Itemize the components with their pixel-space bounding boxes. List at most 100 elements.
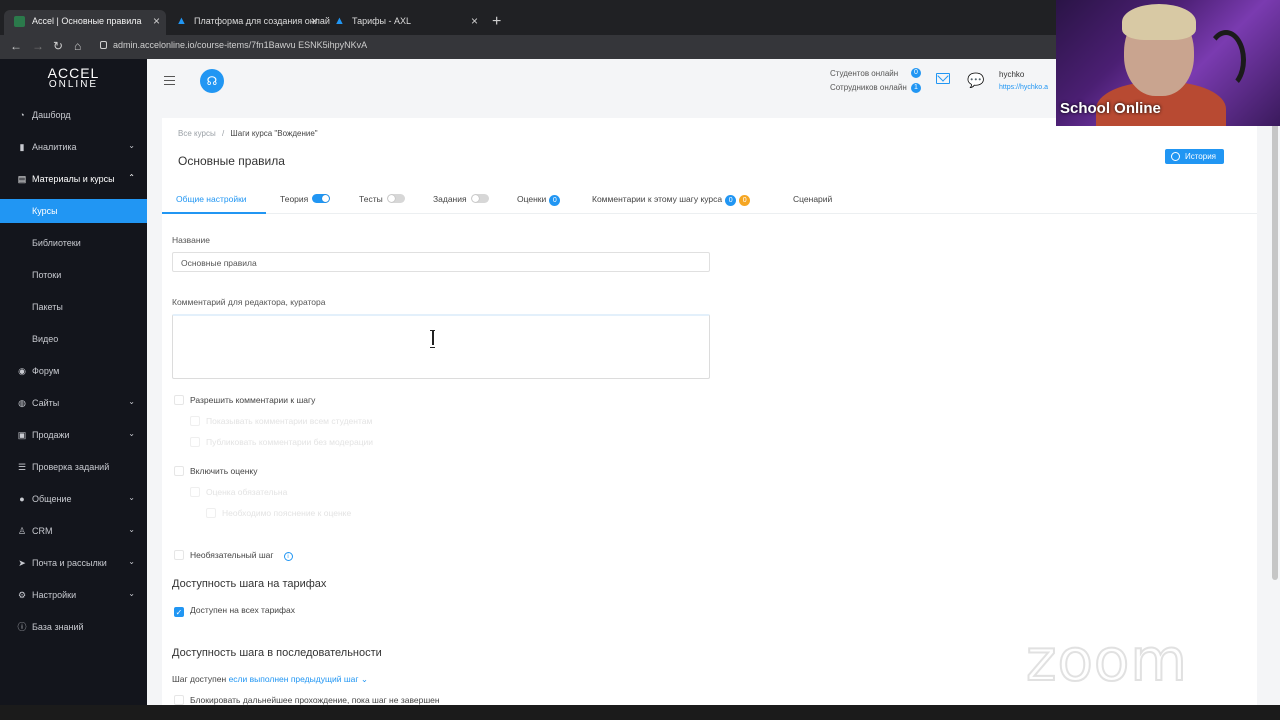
- allow-comments-checkbox[interactable]: [174, 395, 184, 405]
- history-button[interactable]: История: [1164, 149, 1224, 164]
- sidebar-item-label: Дашборд: [32, 110, 71, 120]
- close-tab-icon[interactable]: ×: [153, 14, 160, 28]
- sidebar-item-materials[interactable]: ▤ Материалы и курсы ⌃: [0, 167, 147, 191]
- tests-toggle[interactable]: [386, 194, 405, 203]
- tab-theory[interactable]: Теория: [280, 194, 331, 204]
- webcam-overlay: School Online: [1056, 0, 1280, 126]
- step-condition-dropdown[interactable]: если выполнен предыдущий шаг: [229, 674, 359, 684]
- new-tab-button[interactable]: +: [492, 13, 501, 31]
- breadcrumb-current[interactable]: Шаги курса "Вождение": [230, 129, 317, 138]
- grade-required-checkbox-row: Оценка обязательна: [190, 487, 287, 497]
- forward-arrow-icon[interactable]: →: [32, 39, 44, 53]
- optional-step-checkbox-row[interactable]: Необязательный шаг i: [174, 550, 293, 561]
- close-tab-icon[interactable]: ×: [311, 14, 318, 28]
- url-field[interactable]: admin.accelonline.io/course-items/7fn1Ba…: [100, 40, 367, 50]
- history-button-label: История: [1184, 152, 1216, 161]
- tab-tests-label: Тесты: [359, 194, 383, 204]
- sidebar-item-mail[interactable]: ➤ Почта и рассылки ⌄: [0, 551, 147, 575]
- tab-tasks[interactable]: Задания: [433, 194, 489, 204]
- headset-icon: [1206, 30, 1246, 90]
- all-tariffs-checkbox-row[interactable]: ✓ Доступен на всех тарифах: [174, 605, 295, 617]
- tab-grades[interactable]: Оценки 0: [517, 194, 561, 206]
- name-input[interactable]: Основные правила: [172, 252, 710, 272]
- sidebar-item-settings[interactable]: ⚙ Настройки ⌄: [0, 583, 147, 607]
- tab-tests[interactable]: Тесты: [359, 194, 405, 204]
- browser-tab-active[interactable]: Accel | Основные правила ×: [4, 10, 166, 35]
- hamburger-menu-icon[interactable]: [164, 76, 175, 85]
- block-progress-checkbox[interactable]: [174, 695, 184, 705]
- step-availability-row: Шаг доступен если выполнен предыдущий ша…: [172, 674, 368, 685]
- accel-logo[interactable]: ACCEL ONLINE: [0, 66, 147, 91]
- sidebar-item-label: Видео: [32, 334, 59, 344]
- sidebar-item-crm[interactable]: ♙ CRM ⌄: [0, 519, 147, 543]
- reload-icon[interactable]: ↻: [53, 39, 63, 53]
- tab-grades-label: Оценки: [517, 194, 547, 204]
- sidebar-item-analytics[interactable]: ▮ Аналитика ⌄: [0, 135, 147, 159]
- sidebar-item-sites[interactable]: ◍ Сайты ⌄: [0, 391, 147, 415]
- sidebar-item-task-review[interactable]: ☰ Проверка заданий: [0, 455, 147, 479]
- step-available-prefix: Шаг доступен: [172, 674, 227, 684]
- enable-grading-checkbox-row[interactable]: Включить оценку: [174, 466, 257, 476]
- sidebar-item-knowledge-base[interactable]: ⓘ База знаний: [0, 615, 147, 639]
- no-moderation-checkbox: [190, 437, 200, 447]
- back-arrow-icon[interactable]: ←: [10, 39, 22, 53]
- sidebar-item-label: CRM: [32, 526, 53, 536]
- support-headset-icon[interactable]: ☊: [200, 69, 224, 93]
- accel-favicon-icon: [14, 16, 25, 27]
- sidebar-item-communication[interactable]: ● Общение ⌄: [0, 487, 147, 511]
- info-icon: ⓘ: [17, 622, 27, 632]
- close-tab-icon[interactable]: ×: [471, 14, 478, 28]
- forum-icon: ◉: [18, 366, 26, 376]
- enable-grading-checkbox[interactable]: [174, 466, 184, 476]
- chat-bubble-icon[interactable]: 💬: [967, 72, 984, 89]
- all-tariffs-checkbox[interactable]: ✓: [174, 607, 184, 617]
- no-moderation-checkbox-row: Публиковать комментарии без модерации: [190, 437, 373, 447]
- sidebar-item-label: Продажи: [32, 430, 70, 440]
- sidebar-item-streams[interactable]: Потоки: [0, 263, 147, 287]
- home-icon[interactable]: ⌂: [74, 39, 81, 53]
- tasks-toggle[interactable]: [470, 194, 489, 203]
- book-icon: ▤: [17, 174, 27, 184]
- browser-tab-3[interactable]: ▲ Тарифы - AXL ×: [324, 10, 484, 35]
- triangle-favicon-icon: ▲: [334, 15, 345, 27]
- sidebar-item-forum[interactable]: ◉ Форум: [0, 359, 147, 383]
- dashboard-icon: ◔: [19, 110, 25, 120]
- page-scrollbar[interactable]: [1272, 102, 1278, 580]
- info-icon[interactable]: i: [283, 552, 293, 561]
- sidebar-item-label: Потоки: [32, 270, 62, 280]
- breadcrumb-all-courses[interactable]: Все курсы: [178, 129, 216, 138]
- sidebar-item-sales[interactable]: ▣ Продажи ⌄: [0, 423, 147, 447]
- block-progress-checkbox-row[interactable]: Блокировать дальнейшее прохождение, пока…: [174, 695, 440, 705]
- sidebar-item-dashboard[interactable]: ◔ Дашборд: [0, 103, 147, 127]
- user-name[interactable]: hychko: [999, 70, 1024, 79]
- mail-icon[interactable]: [936, 73, 950, 84]
- allow-comments-checkbox-row[interactable]: Разрешить комментарии к шагу: [174, 395, 315, 405]
- browser-tab-2[interactable]: ▲ Платформа для создания онлай ×: [166, 10, 330, 35]
- user-school-link[interactable]: https://hychko.a: [999, 84, 1048, 91]
- bottom-strip: [0, 705, 1280, 720]
- allow-comments-label: Разрешить комментарии к шагу: [190, 395, 316, 405]
- comments-pending-badge: 0: [739, 195, 751, 206]
- theory-toggle[interactable]: [312, 194, 331, 203]
- browser-tab-title: Платформа для создания онлай: [194, 16, 330, 26]
- chat-icon: ●: [19, 494, 25, 504]
- sidebar-item-label: Материалы и курсы: [32, 174, 115, 184]
- students-online-badge: 0: [911, 68, 921, 78]
- comment-textarea[interactable]: [172, 314, 710, 379]
- sidebar-item-label: База знаний: [32, 622, 84, 632]
- sidebar-item-courses[interactable]: Курсы: [0, 199, 147, 223]
- sidebar-item-libraries[interactable]: Библиотеки: [0, 231, 147, 255]
- chevron-down-icon[interactable]: ⌄: [358, 674, 368, 684]
- tab-scenario[interactable]: Сценарий: [793, 194, 832, 204]
- sidebar-item-video[interactable]: Видео: [0, 327, 147, 351]
- sidebar-item-label: Аналитика: [32, 142, 77, 152]
- step-tabs: Общие настройки Теория Тесты Задания Оце…: [162, 182, 1257, 214]
- optional-step-checkbox[interactable]: [174, 550, 184, 560]
- active-tab-indicator: [162, 212, 266, 214]
- tab-comments[interactable]: Комментарии к этому шагу курса 0 0: [592, 194, 751, 206]
- sidebar-item-packages[interactable]: Пакеты: [0, 295, 147, 319]
- sidebar-item-label: Пакеты: [32, 302, 63, 312]
- no-moderation-label: Публиковать комментарии без модерации: [206, 437, 374, 447]
- triangle-favicon-icon: ▲: [176, 15, 187, 27]
- tab-general-settings[interactable]: Общие настройки: [176, 194, 247, 204]
